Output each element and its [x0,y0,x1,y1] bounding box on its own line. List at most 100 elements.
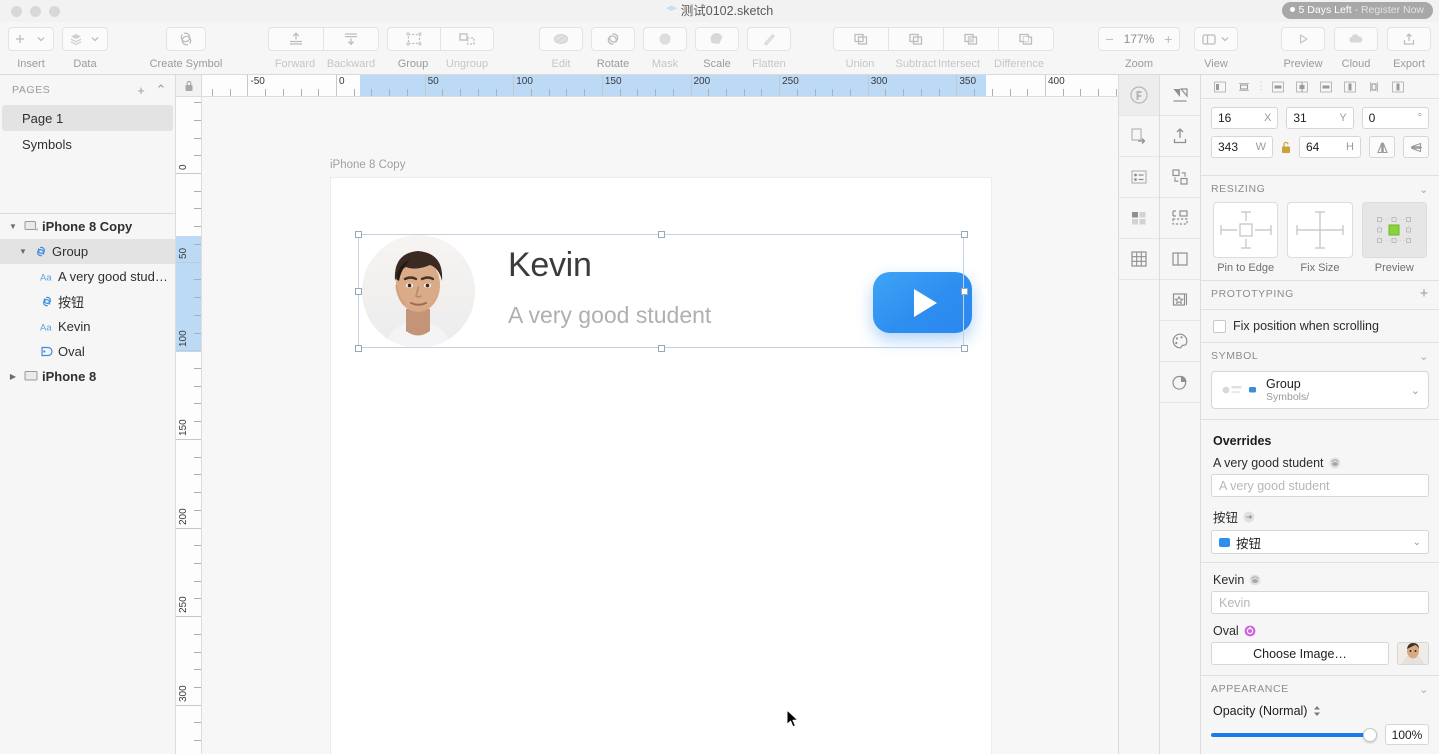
insert-button[interactable] [8,27,54,51]
resize-handle[interactable] [355,231,362,238]
prototyping-section-header[interactable]: PROTOTYPING + [1201,280,1439,307]
ruler-corner[interactable] [176,75,202,97]
distribute-center-icon[interactable] [1362,77,1386,97]
license-badge[interactable]: 5 Days Left - Register Now [1281,2,1433,19]
palette-icon[interactable] [1160,321,1200,362]
more-options-icon[interactable]: ⋮ [1256,81,1266,92]
align-center-horizontal-icon[interactable] [1232,77,1256,97]
zoom-out-button[interactable]: − [1099,28,1120,50]
layer-row[interactable]: ▶ iPhone 8 [0,364,175,389]
resize-handle[interactable] [658,345,665,352]
resize-handle[interactable] [355,345,362,352]
unlocked-icon[interactable] [1281,141,1291,154]
chevron-down-icon[interactable]: ⌄ [1419,183,1429,196]
chevron-down-icon[interactable]: ⌄ [1419,683,1429,696]
layer-row[interactable]: Aa A very good stud… [0,264,175,289]
layer-row[interactable]: Aa Kevin [0,314,175,339]
register-now-link[interactable]: - Register Now [1355,4,1424,16]
add-prototype-link-button[interactable]: + [1420,286,1429,301]
layer-row[interactable]: ▼ Group [0,239,175,264]
collapse-pages-button[interactable]: ⌃ [156,82,168,98]
resizing-option-fix-size[interactable]: Fix Size [1287,202,1353,274]
symbol-section-header[interactable]: SYMBOL ⌄ [1201,342,1439,369]
height-field[interactable]: 64 H [1299,136,1361,158]
swatch-grid-icon[interactable] [1119,198,1159,239]
width-field[interactable]: 343 W [1211,136,1273,158]
align-top-icon[interactable] [1266,77,1290,97]
resize-handle[interactable] [355,288,362,295]
star-frame-icon[interactable] [1160,280,1200,321]
chevron-down-icon[interactable]: ⌄ [1413,537,1421,548]
preview-button[interactable] [1281,27,1325,51]
mirror-flip-icon[interactable] [1160,75,1200,116]
resizing-option-pin-to-edge[interactable]: Pin to Edge [1213,202,1279,274]
pie-chart-icon[interactable] [1160,362,1200,403]
data-button[interactable] [62,27,108,51]
chevron-down-icon[interactable]: ⌄ [1411,384,1420,397]
zoom-control[interactable]: − 177% + [1098,27,1180,51]
image-thumbnail[interactable] [1397,642,1429,665]
horizontal-ruler[interactable]: -50 0 50 100 150 200 250 300 350 400 [202,75,1118,97]
resize-handle[interactable] [658,231,665,238]
resize-handle[interactable] [961,288,968,295]
layer-row[interactable]: Oval [0,339,175,364]
view-button[interactable] [1194,27,1238,51]
framer-plugin-icon[interactable] [1119,75,1159,116]
resize-handle[interactable] [961,345,968,352]
canvas-area[interactable]: iPhone 8 Copy Kevin A very good student [202,97,1118,754]
appearance-section-header[interactable]: APPEARANCE ⌄ [1201,675,1439,702]
list-settings-icon[interactable] [1119,157,1159,198]
align-bottom-icon[interactable] [1314,77,1338,97]
opacity-slider[interactable] [1211,727,1377,742]
override-input-kevin[interactable]: Kevin [1211,591,1429,614]
export-page-icon[interactable] [1119,116,1159,157]
split-panel-icon[interactable] [1160,239,1200,280]
resizing-option-preview[interactable]: Preview [1361,202,1427,274]
export-button[interactable] [1387,27,1431,51]
choose-image-button[interactable]: Choose Image… [1211,642,1389,665]
page-item-page-1[interactable]: Page 1 [2,105,173,131]
rotation-field[interactable]: 0 ° [1361,107,1429,129]
override-select-button[interactable]: 按钮 ⌄ [1211,530,1429,554]
swap-shapes-icon[interactable] [1160,157,1200,198]
distribute-left-icon[interactable] [1338,77,1362,97]
upload-arrow-icon[interactable] [1160,116,1200,157]
divider [1201,309,1439,310]
disclosure-triangle-icon[interactable]: ▼ [6,222,20,231]
add-page-button[interactable]: + [137,83,145,98]
zoom-value[interactable]: 177% [1120,32,1158,46]
override-input-student[interactable]: A very good student [1211,474,1429,497]
align-left-icon[interactable] [1208,77,1232,97]
flip-vertical-button[interactable] [1403,136,1429,158]
fix-position-row[interactable]: Fix position when scrolling [1201,312,1439,342]
group-button[interactable] [386,27,441,51]
rotate-button[interactable] [591,27,635,51]
opacity-value-field[interactable]: 100% [1385,724,1429,745]
opacity-slider-knob[interactable] [1363,727,1377,742]
fix-position-checkbox[interactable] [1213,319,1226,333]
zoom-in-button[interactable]: + [1158,28,1179,50]
x-field[interactable]: 16 X [1211,107,1279,129]
distribute-icon[interactable] [1160,198,1200,239]
page-item-symbols[interactable]: Symbols [2,131,173,157]
chevron-down-icon[interactable]: ⌄ [1419,350,1429,363]
scale-button[interactable] [695,27,739,51]
artboard-label[interactable]: iPhone 8 Copy [330,159,405,171]
distribute-right-icon[interactable] [1386,77,1410,97]
flip-horizontal-button[interactable] [1369,136,1395,158]
align-middle-vertical-icon[interactable] [1290,77,1314,97]
resizing-section-header[interactable]: RESIZING ⌄ [1201,175,1439,202]
grid-table-icon[interactable] [1119,239,1159,280]
symbol-selector[interactable]: Group Symbols/ ⌄ [1211,371,1429,409]
y-field[interactable]: 31 Y [1286,107,1354,129]
disclosure-triangle-icon[interactable]: ▼ [16,247,30,256]
x-unit: X [1263,112,1272,124]
cloud-button[interactable] [1334,27,1378,51]
blend-mode-stepper-icon[interactable] [1313,705,1321,717]
layer-row[interactable]: 按钮 [0,289,175,314]
vertical-ruler[interactable]: 0 50 100 150 200 250 300 [176,97,202,754]
disclosure-triangle-icon[interactable]: ▶ [6,372,20,381]
resize-handle[interactable] [961,231,968,238]
layer-row[interactable]: ▼ iPhone 8 Copy [0,214,175,239]
create-symbol-button[interactable] [166,27,206,51]
